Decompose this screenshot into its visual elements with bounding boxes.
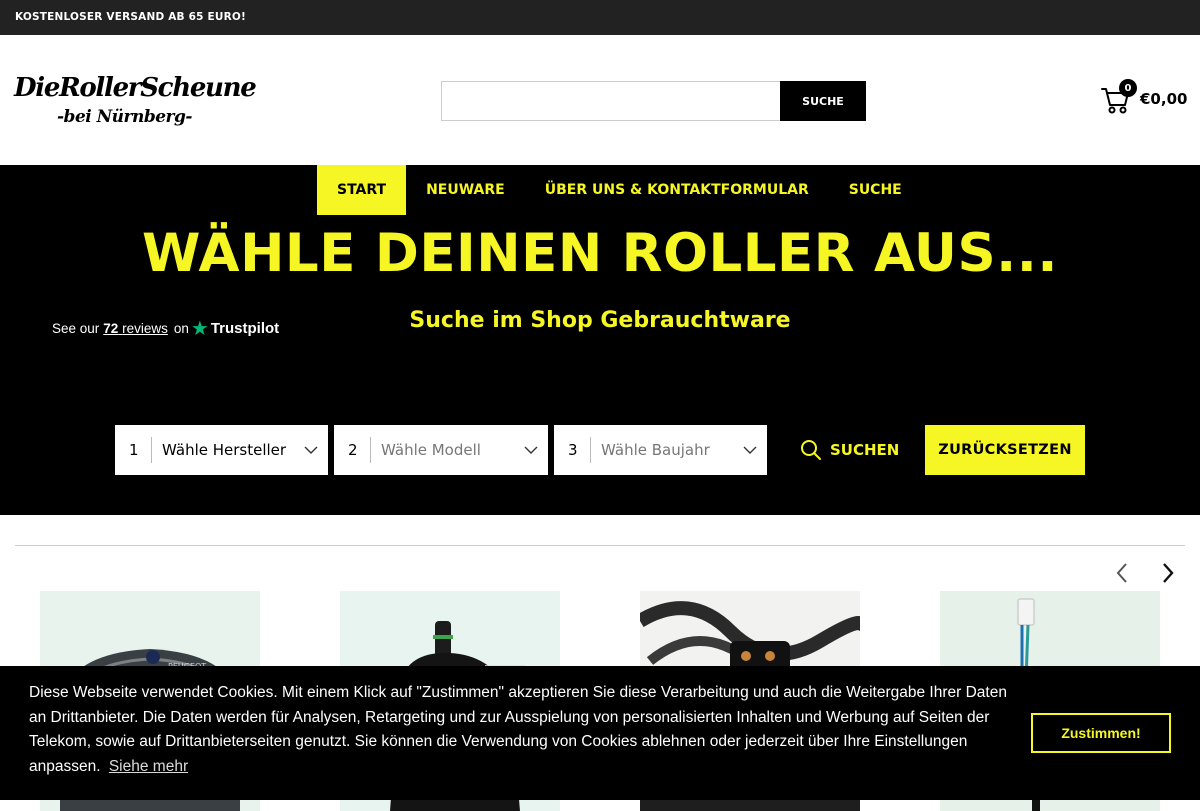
trustpilot-reviews-link[interactable]: 72 reviews bbox=[103, 321, 168, 336]
nav-item-start[interactable]: START bbox=[317, 165, 407, 215]
chevron-down-icon bbox=[733, 446, 767, 454]
hero-section: START NEUWARE ÜBER UNS & KONTAKTFORMULAR… bbox=[0, 165, 1200, 515]
cart-total: €0,00 bbox=[1140, 90, 1188, 108]
finder-search-label: SUCHEN bbox=[830, 441, 900, 459]
chevron-right-icon bbox=[1163, 563, 1174, 583]
cart-button[interactable]: 0 €0,00 bbox=[1100, 79, 1195, 119]
model-select[interactable]: 2 Wähle Modell bbox=[334, 425, 548, 475]
shipping-banner: KOSTENLOSER VERSAND AB 65 EURO! bbox=[0, 0, 1200, 35]
trustpilot-reviews-label: reviews bbox=[122, 321, 168, 336]
cookie-text-container: Diese Webseite verwendet Cookies. Mit ei… bbox=[29, 681, 1014, 779]
model-select-label: Wähle Modell bbox=[381, 441, 481, 459]
year-step-number: 3 bbox=[554, 437, 591, 463]
logo-line-1: DieRollerScheune bbox=[14, 73, 257, 103]
nav-item-ueber-uns[interactable]: ÜBER UNS & KONTAKTFORMULAR bbox=[525, 165, 829, 215]
search-input[interactable] bbox=[441, 81, 781, 121]
carousel-next-button[interactable] bbox=[1155, 560, 1181, 586]
main-nav: START NEUWARE ÜBER UNS & KONTAKTFORMULAR… bbox=[317, 165, 922, 215]
manufacturer-select-label: Wähle Hersteller bbox=[162, 441, 287, 459]
trustpilot-review-count: 72 bbox=[103, 321, 119, 336]
year-select-label: Wähle Baujahr bbox=[601, 441, 710, 459]
chevron-down-icon bbox=[514, 446, 548, 454]
site-header: DieRollerScheune -bei Nürnberg- SUCHE 0 … bbox=[0, 35, 1200, 165]
nav-item-neuware[interactable]: NEUWARE bbox=[406, 165, 525, 215]
trustpilot-widget[interactable]: See our 72 reviews on ★ Trustpilot bbox=[52, 316, 279, 341]
shipping-banner-text: KOSTENLOSER VERSAND AB 65 EURO! bbox=[15, 11, 246, 23]
nav-item-suche[interactable]: SUCHE bbox=[829, 165, 922, 215]
trustpilot-star-icon: ★ bbox=[190, 318, 209, 340]
chevron-down-icon bbox=[294, 446, 328, 454]
section-divider bbox=[15, 545, 1185, 546]
cart-count-badge: 0 bbox=[1119, 79, 1137, 97]
year-select[interactable]: 3 Wähle Baujahr bbox=[554, 425, 767, 475]
manufacturer-select[interactable]: 1 Wähle Hersteller bbox=[115, 425, 328, 475]
trustpilot-brand: Trustpilot bbox=[210, 320, 280, 337]
search-icon bbox=[801, 440, 821, 460]
trustpilot-on: on bbox=[173, 321, 189, 336]
reset-button[interactable]: ZURÜCKSETZEN bbox=[925, 425, 1085, 475]
hero-title: WÄHLE DEINEN ROLLER AUS... bbox=[141, 223, 1059, 284]
site-logo[interactable]: DieRollerScheune -bei Nürnberg- bbox=[14, 73, 257, 135]
manufacturer-step-number: 1 bbox=[115, 437, 152, 463]
cookie-banner: Diese Webseite verwendet Cookies. Mit ei… bbox=[0, 666, 1200, 800]
carousel-prev-button[interactable] bbox=[1109, 560, 1135, 586]
logo-line-2: -bei Nürnberg- bbox=[57, 107, 192, 127]
chevron-left-icon bbox=[1116, 563, 1127, 583]
cookie-more-link[interactable]: Siehe mehr bbox=[109, 758, 188, 775]
cookie-accept-button[interactable]: Zustimmen! bbox=[1031, 713, 1171, 753]
model-step-number: 2 bbox=[334, 437, 371, 463]
search-button[interactable]: SUCHE bbox=[780, 81, 866, 121]
trustpilot-prefix: See our bbox=[52, 321, 100, 336]
finder-search-button[interactable]: SUCHEN bbox=[800, 425, 899, 475]
